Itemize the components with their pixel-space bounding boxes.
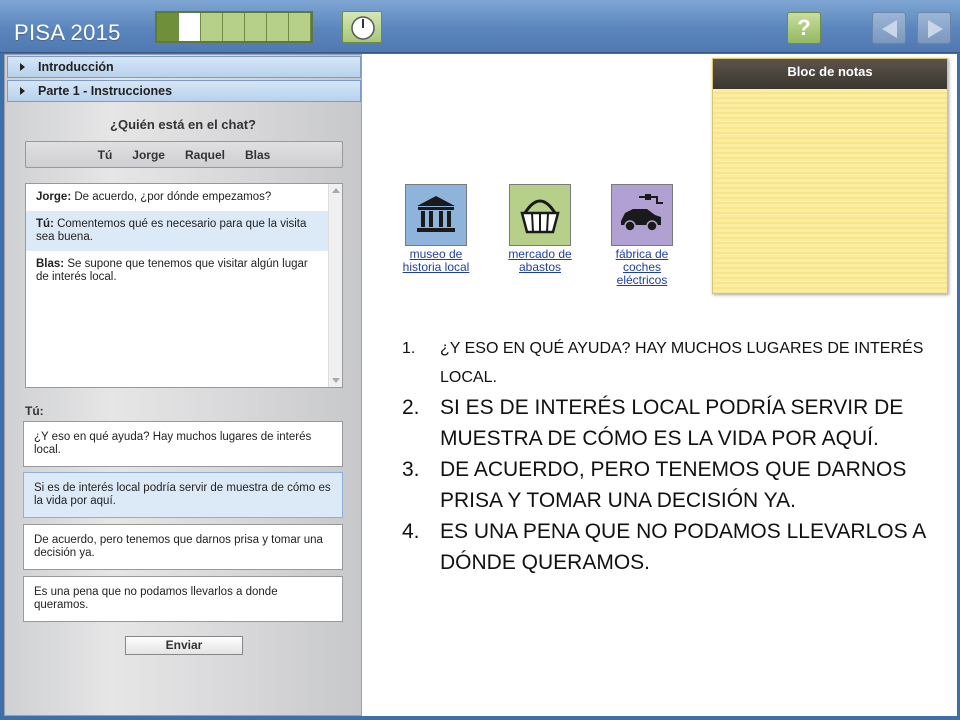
response-item: 2. SI ES DE INTERÉS LOCAL PODRÍA SERVIR … <box>402 392 932 454</box>
response-list: 1. ¿Y ESO EN QUÉ AYUDA? HAY MUCHOS LUGAR… <box>402 334 932 578</box>
arrow-right-icon <box>928 20 943 38</box>
tab-label: Introducción <box>38 60 114 74</box>
place-label[interactable]: fábrica de coches eléctricos <box>602 248 682 287</box>
response-item: 4. ES UNA PENA QUE NO PODAMOS LLEVARLOS … <box>402 516 932 578</box>
item-number: 4. <box>402 520 420 543</box>
header-bar: PISA 2015 ? <box>0 0 960 53</box>
help-button[interactable]: ? <box>787 12 821 44</box>
place-label[interactable]: mercado de abastos <box>500 248 580 274</box>
chat-message: Blas: Se supone que tenemos que visitar … <box>26 251 342 291</box>
response-item: 3. DE ACUERDO, PERO TENEMOS QUE DARNOS P… <box>402 454 932 516</box>
message-text: Se supone que tenemos que visitar algún … <box>36 258 308 283</box>
timer-button[interactable] <box>342 11 382 43</box>
speaker-name: Blas: <box>36 258 65 270</box>
notepad-title: Bloc de notas <box>713 59 947 89</box>
item-text: ES UNA PENA QUE NO PODAMOS LLEVARLOS A D… <box>440 520 926 574</box>
progress-cell <box>157 13 179 41</box>
clock-icon <box>351 16 375 40</box>
item-number: 3. <box>402 458 420 481</box>
basket-icon <box>520 199 560 234</box>
chat-message: Tú: Comentemos qué es necesario para que… <box>26 211 342 251</box>
send-button[interactable]: Enviar <box>125 636 243 655</box>
speaker-name: Tú: <box>36 218 54 230</box>
response-option[interactable]: Si es de interés local podría servir de … <box>23 472 343 518</box>
progress-bar <box>155 11 313 43</box>
electric-car-icon <box>621 194 663 232</box>
chat-panel: Introducción Parte 1 - Instrucciones ¿Qu… <box>4 54 362 716</box>
participants-bar: Tú Jorge Raquel Blas <box>25 141 343 168</box>
scroll-down-icon[interactable] <box>332 378 340 383</box>
arrow-left-icon <box>882 20 897 38</box>
chat-message: Jorge: De acuerdo, ¿por dónde empezamos? <box>26 184 342 211</box>
progress-cell <box>201 13 223 41</box>
place-tile[interactable] <box>611 184 673 246</box>
place-tile[interactable] <box>405 184 467 246</box>
app-title: PISA 2015 <box>14 20 121 45</box>
place-mercado[interactable]: mercado de abastos <box>500 184 580 274</box>
response-option[interactable]: Es una pena que no podamos llevarlos a d… <box>23 576 343 622</box>
progress-cell <box>179 13 201 41</box>
content-panel: Bloc de notas museo de historia local me… <box>362 54 957 716</box>
back-button[interactable] <box>872 12 906 44</box>
progress-cell <box>223 13 245 41</box>
expand-arrow-icon <box>20 87 25 95</box>
participant: Jorge <box>132 147 165 162</box>
message-text: Comentemos qué es necesario para que la … <box>36 218 307 243</box>
participant: Raquel <box>184 147 225 162</box>
chat-scrollbar[interactable] <box>328 184 342 387</box>
item-text: ¿Y ESO EN QUÉ AYUDA? HAY MUCHOS LUGARES … <box>440 340 924 386</box>
item-text: SI ES DE INTERÉS LOCAL PODRÍA SERVIR DE … <box>440 396 904 450</box>
item-number: 1. <box>402 340 416 357</box>
participant: Blas <box>245 147 271 162</box>
forward-button[interactable] <box>917 12 951 44</box>
place-museo[interactable]: museo de historia local <box>396 184 476 274</box>
place-tile[interactable] <box>509 184 571 246</box>
you-label: Tú: <box>25 404 44 418</box>
tab-parte-1-instrucciones[interactable]: Parte 1 - Instrucciones <box>7 80 361 102</box>
chat-question: ¿Quién está en el chat? <box>110 117 256 132</box>
item-text: DE ACUERDO, PERO TENEMOS QUE DARNOS PRIS… <box>440 458 907 512</box>
notepad[interactable]: Bloc de notas <box>712 58 948 294</box>
place-fabrica[interactable]: fábrica de coches eléctricos <box>602 184 682 287</box>
progress-cell <box>245 13 267 41</box>
tab-label: Parte 1 - Instrucciones <box>38 84 173 98</box>
place-label[interactable]: museo de historia local <box>396 248 476 274</box>
participant: Tú <box>97 147 113 162</box>
expand-arrow-icon <box>20 63 25 71</box>
item-number: 2. <box>402 396 420 419</box>
scroll-up-icon[interactable] <box>332 188 340 193</box>
progress-cell <box>289 13 311 41</box>
chat-log: Jorge: De acuerdo, ¿por dónde empezamos?… <box>25 183 343 388</box>
response-option[interactable]: ¿Y eso en qué ayuda? Hay muchos lugares … <box>23 421 343 467</box>
progress-cell <box>267 13 289 41</box>
tab-introduccion[interactable]: Introducción <box>7 56 361 78</box>
speaker-name: Jorge: <box>36 191 72 203</box>
response-option[interactable]: De acuerdo, pero tenemos que darnos pris… <box>23 524 343 570</box>
response-item: 1. ¿Y ESO EN QUÉ AYUDA? HAY MUCHOS LUGAR… <box>402 334 932 392</box>
message-text: De acuerdo, ¿por dónde empezamos? <box>74 191 272 203</box>
museum-icon <box>417 196 455 232</box>
